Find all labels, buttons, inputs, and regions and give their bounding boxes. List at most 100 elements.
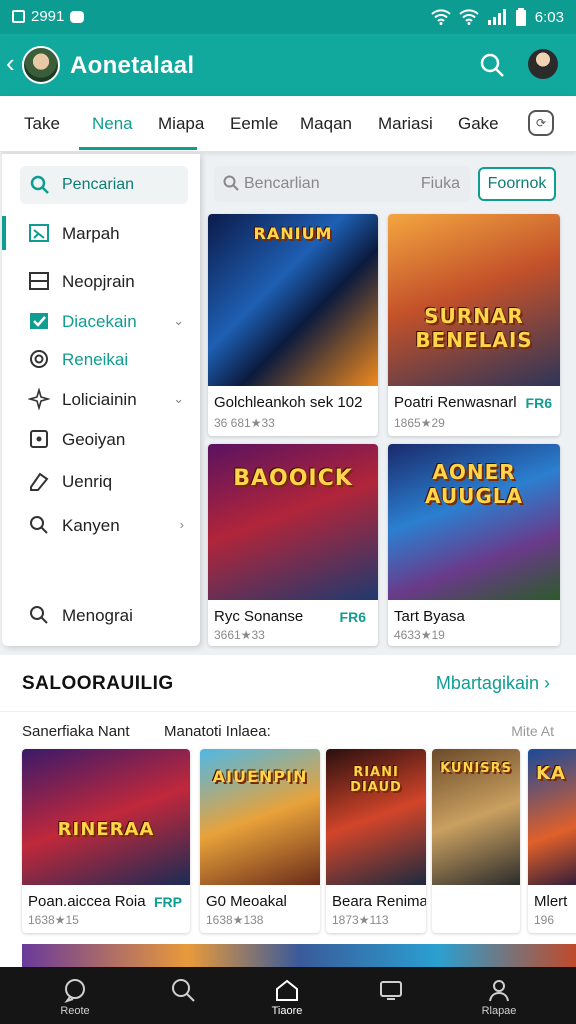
nav-item-tv[interactable] bbox=[356, 967, 426, 1024]
game-price: FR6 bbox=[339, 609, 366, 625]
game-card[interactable]: RINERAA Poan.aiccea Roia FRP 1638★15 bbox=[22, 749, 190, 933]
game-meta: 196 bbox=[534, 913, 555, 927]
nav-item-search[interactable] bbox=[148, 967, 218, 1024]
home-icon bbox=[276, 979, 298, 1001]
filter-button[interactable]: Foornok bbox=[478, 167, 556, 201]
game-meta: 3661★33 bbox=[214, 628, 265, 642]
section-title: SALOORAUILIG bbox=[22, 673, 174, 694]
sidebar-item-reneikai[interactable]: Reneikai bbox=[2, 342, 200, 376]
game-name: Poatri Renwasnarl bbox=[394, 394, 517, 411]
sidebar-item-uenriq[interactable]: Uenriq bbox=[2, 464, 200, 498]
section-more-link[interactable]: Mbartagikain › bbox=[436, 673, 550, 694]
sidebar: Pencarian Marpah Neopjrain Diacekain ⌄ R… bbox=[2, 154, 200, 646]
game-cover: RINERAA bbox=[22, 749, 190, 885]
game-meta: 1865★29 bbox=[394, 416, 445, 430]
next-row-preview bbox=[22, 944, 576, 967]
game-cover: KUNISRS bbox=[432, 749, 520, 885]
sidebar-item-label: Loliciainin bbox=[62, 390, 137, 409]
mail-icon bbox=[29, 224, 49, 242]
tag-icon bbox=[30, 472, 49, 491]
game-cover: RIANI DIAUD bbox=[326, 749, 426, 885]
tab-2[interactable]: Miapa bbox=[158, 114, 204, 134]
chevron-down-icon: ⌄ bbox=[173, 313, 184, 328]
nav-item-tiaore[interactable]: Tiaore bbox=[252, 967, 322, 1024]
window-icon bbox=[29, 272, 49, 290]
battery-icon bbox=[515, 8, 526, 26]
status-bar: 2991 6:03 bbox=[0, 0, 576, 34]
main-search-hint: Fiuka bbox=[420, 175, 460, 192]
back-icon[interactable]: ‹ bbox=[6, 50, 15, 76]
cover-title: BAOOICK bbox=[233, 466, 353, 491]
sidebar-item-geoiyan[interactable]: Geoiyan bbox=[2, 422, 200, 456]
search-icon bbox=[172, 979, 195, 1002]
sidebar-item-label: Kanyen bbox=[62, 516, 120, 535]
square-dot-icon bbox=[30, 430, 48, 448]
screen-icon bbox=[380, 981, 402, 1000]
game-card[interactable]: SURNAR BENELAIS Poatri Renwasnarl FR6 18… bbox=[388, 214, 560, 436]
game-meta: 36 681★33 bbox=[214, 416, 275, 430]
app-logo bbox=[22, 46, 60, 84]
sidebar-item-menograi[interactable]: Menograi bbox=[2, 598, 200, 632]
sidebar-item-loliciainin[interactable]: Loliciainin ⌄ bbox=[2, 382, 200, 416]
divider bbox=[0, 711, 576, 712]
sidebar-item-diacekain[interactable]: Diacekain ⌄ bbox=[2, 304, 200, 338]
main-search-input[interactable]: Bencarlian Fiuka bbox=[214, 166, 470, 202]
search-icon bbox=[223, 175, 239, 191]
status-time: 6:03 bbox=[534, 8, 564, 26]
game-card[interactable]: AONER AUUGLA Tart Byasa 4633★19 bbox=[388, 444, 560, 646]
featured-section: SALOORAUILIG Mbartagikain › Sanerfiaka N… bbox=[0, 655, 576, 967]
game-card[interactable]: RIANI DIAUD Beara Renimanlenlada 1873★11… bbox=[326, 749, 426, 933]
tab-4[interactable]: Maqan bbox=[300, 114, 352, 134]
game-card[interactable]: BAOOICK Ryc Sonanse FR6 3661★33 bbox=[208, 444, 378, 646]
game-card[interactable]: RANIUM Golchleankoh sek 102 36 681★33 bbox=[208, 214, 378, 436]
game-cover: BAOOICK bbox=[208, 444, 378, 600]
cover-title: RIANI DIAUD bbox=[350, 765, 402, 795]
sidebar-search[interactable]: Pencarian bbox=[20, 166, 188, 204]
more-tabs-icon[interactable]: ⟳ bbox=[528, 110, 554, 136]
game-card[interactable]: KA Mlert 196 bbox=[528, 749, 576, 933]
game-name: Golchleankoh sek 102 bbox=[214, 394, 363, 411]
cover-title: KA bbox=[536, 763, 566, 784]
bottom-nav: Reote Tiaore Rlapae bbox=[0, 967, 576, 1024]
game-meta: 1638★138 bbox=[206, 913, 264, 927]
tab-bar: Take Nena Miapa Eemle Maqan Mariasi Gake… bbox=[0, 96, 576, 152]
main-search-placeholder: Bencarlian bbox=[244, 175, 320, 192]
nav-item-reote[interactable]: Reote bbox=[40, 967, 110, 1024]
game-card[interactable]: KUNISRS bbox=[432, 749, 520, 933]
tab-0[interactable]: Take bbox=[24, 114, 60, 134]
tab-6[interactable]: Gake bbox=[458, 114, 499, 134]
tab-3[interactable]: Eemle bbox=[230, 114, 278, 134]
app-bar: ‹ Aonetalaal bbox=[0, 34, 576, 96]
search-icon bbox=[30, 606, 48, 624]
profile-avatar[interactable] bbox=[528, 49, 558, 79]
game-cover: AIUENPIN bbox=[200, 749, 320, 885]
search-icon[interactable] bbox=[478, 51, 506, 79]
tab-5[interactable]: Mariasi bbox=[378, 114, 433, 134]
search-icon bbox=[30, 175, 49, 194]
game-meta: 4633★19 bbox=[394, 628, 445, 642]
game-cover: KA bbox=[528, 749, 576, 885]
message-icon bbox=[70, 10, 85, 23]
game-card[interactable]: AIUENPIN G0 Meoakal 1638★138 bbox=[200, 749, 320, 933]
person-icon bbox=[489, 980, 509, 1002]
nav-item-rlapae[interactable]: Rlapae bbox=[464, 967, 534, 1024]
game-name: Beara Renimanlenlada bbox=[332, 893, 426, 910]
section-subtitle-3[interactable]: Mite At bbox=[511, 723, 554, 739]
notification-icon bbox=[12, 10, 25, 23]
search-icon bbox=[30, 516, 48, 534]
nav-label: Tiaore bbox=[271, 1005, 303, 1017]
sidebar-item-kanyen[interactable]: Kanyen › bbox=[2, 508, 200, 542]
target-icon bbox=[30, 350, 48, 368]
cover-title: SURNAR BENELAIS bbox=[415, 304, 533, 352]
wifi-icon bbox=[431, 9, 451, 25]
chat-icon bbox=[64, 979, 85, 1003]
sidebar-item-label: Uenriq bbox=[62, 472, 113, 491]
cover-title: RINERAA bbox=[57, 819, 155, 840]
tab-1[interactable]: Nena bbox=[92, 114, 133, 134]
sidebar-item-marpah[interactable]: Marpah bbox=[2, 216, 200, 250]
cover-title: RANIUM bbox=[253, 224, 333, 243]
sidebar-item-label: Marpah bbox=[62, 224, 120, 243]
game-name: Tart Byasa bbox=[394, 608, 465, 625]
sidebar-item-neopjrain[interactable]: Neopjrain bbox=[2, 264, 200, 298]
sidebar-item-label: Neopjrain bbox=[62, 272, 135, 291]
